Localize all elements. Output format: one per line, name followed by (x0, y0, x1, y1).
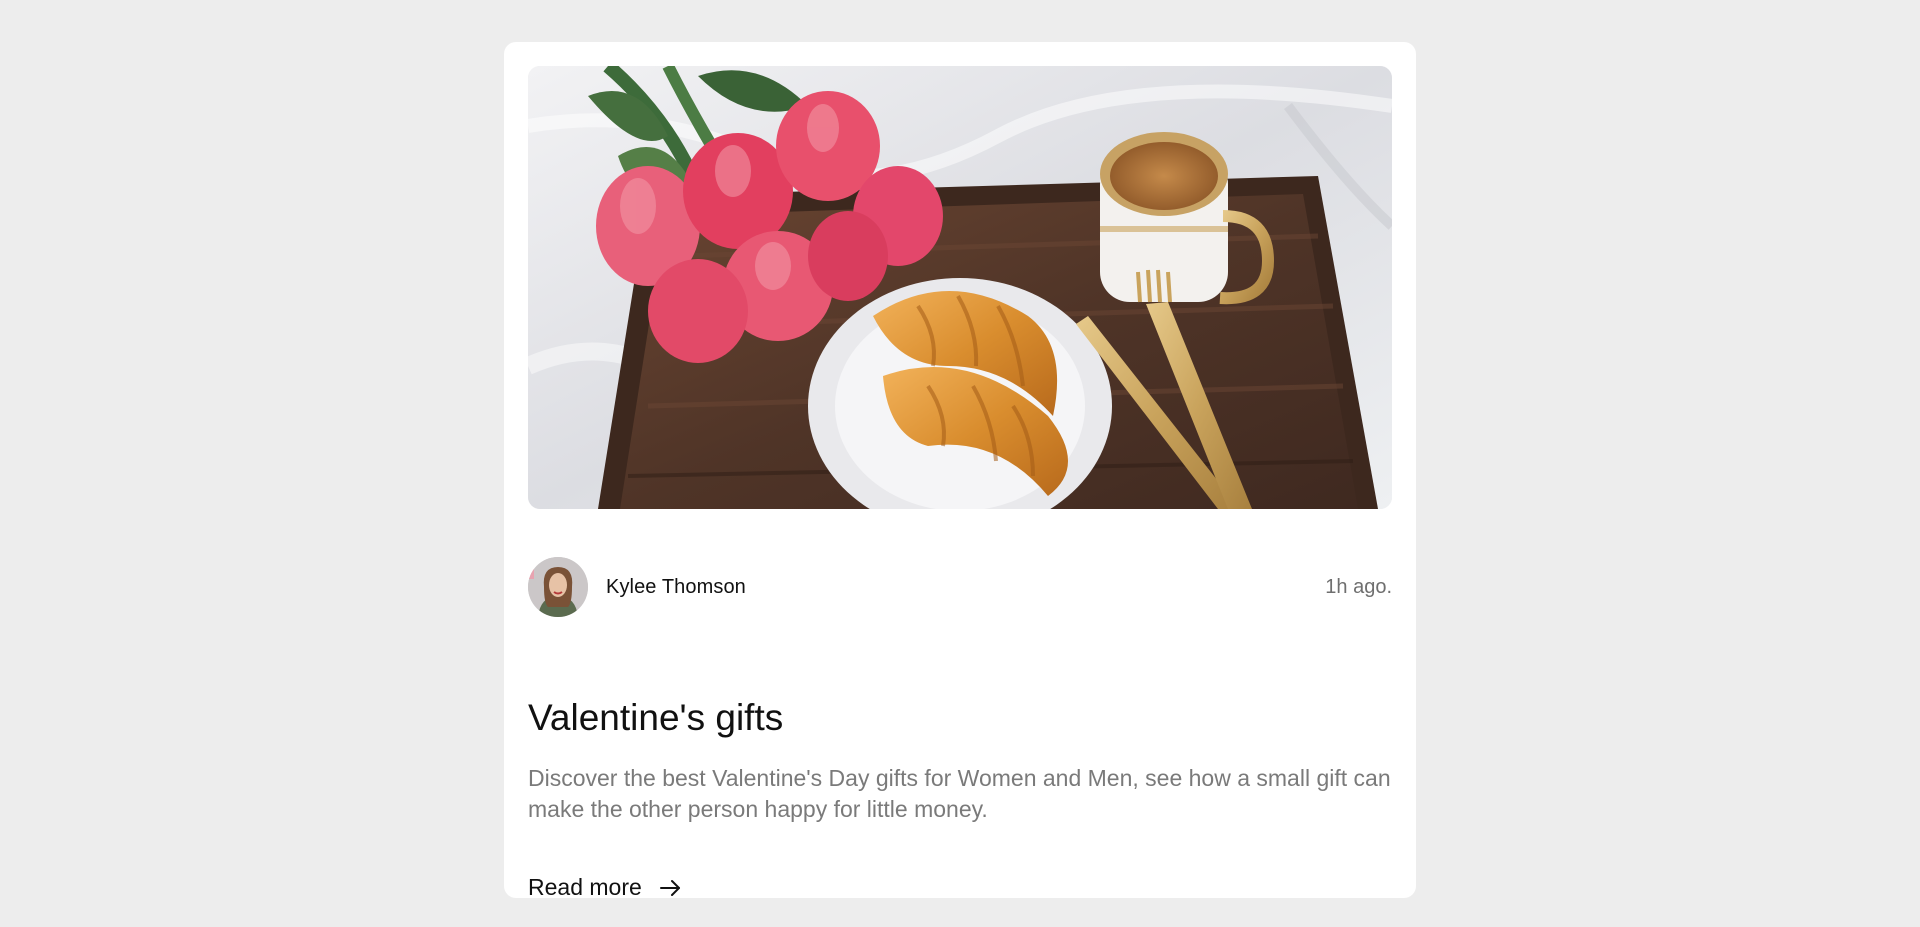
arrow-right-icon (658, 876, 682, 900)
author-name[interactable]: Kylee Thomson (606, 576, 746, 599)
breakfast-tray-photo (528, 66, 1392, 509)
hero-image (528, 66, 1392, 509)
article-title: Valentine's gifts (528, 697, 784, 738)
article-card: Kylee Thomson 1h ago. Valentine's gifts … (504, 42, 1416, 901)
article-meta: Kylee Thomson 1h ago. (528, 557, 1392, 617)
avatar[interactable] (528, 557, 588, 617)
author[interactable]: Kylee Thomson (528, 557, 746, 617)
read-more-label: Read more (528, 874, 642, 900)
avatar-photo (528, 557, 588, 617)
post-time: 1h ago. (1325, 575, 1392, 598)
read-more-link[interactable]: Read more (528, 874, 682, 901)
article-description: Discover the best Valentine's Day gifts … (528, 765, 1391, 822)
